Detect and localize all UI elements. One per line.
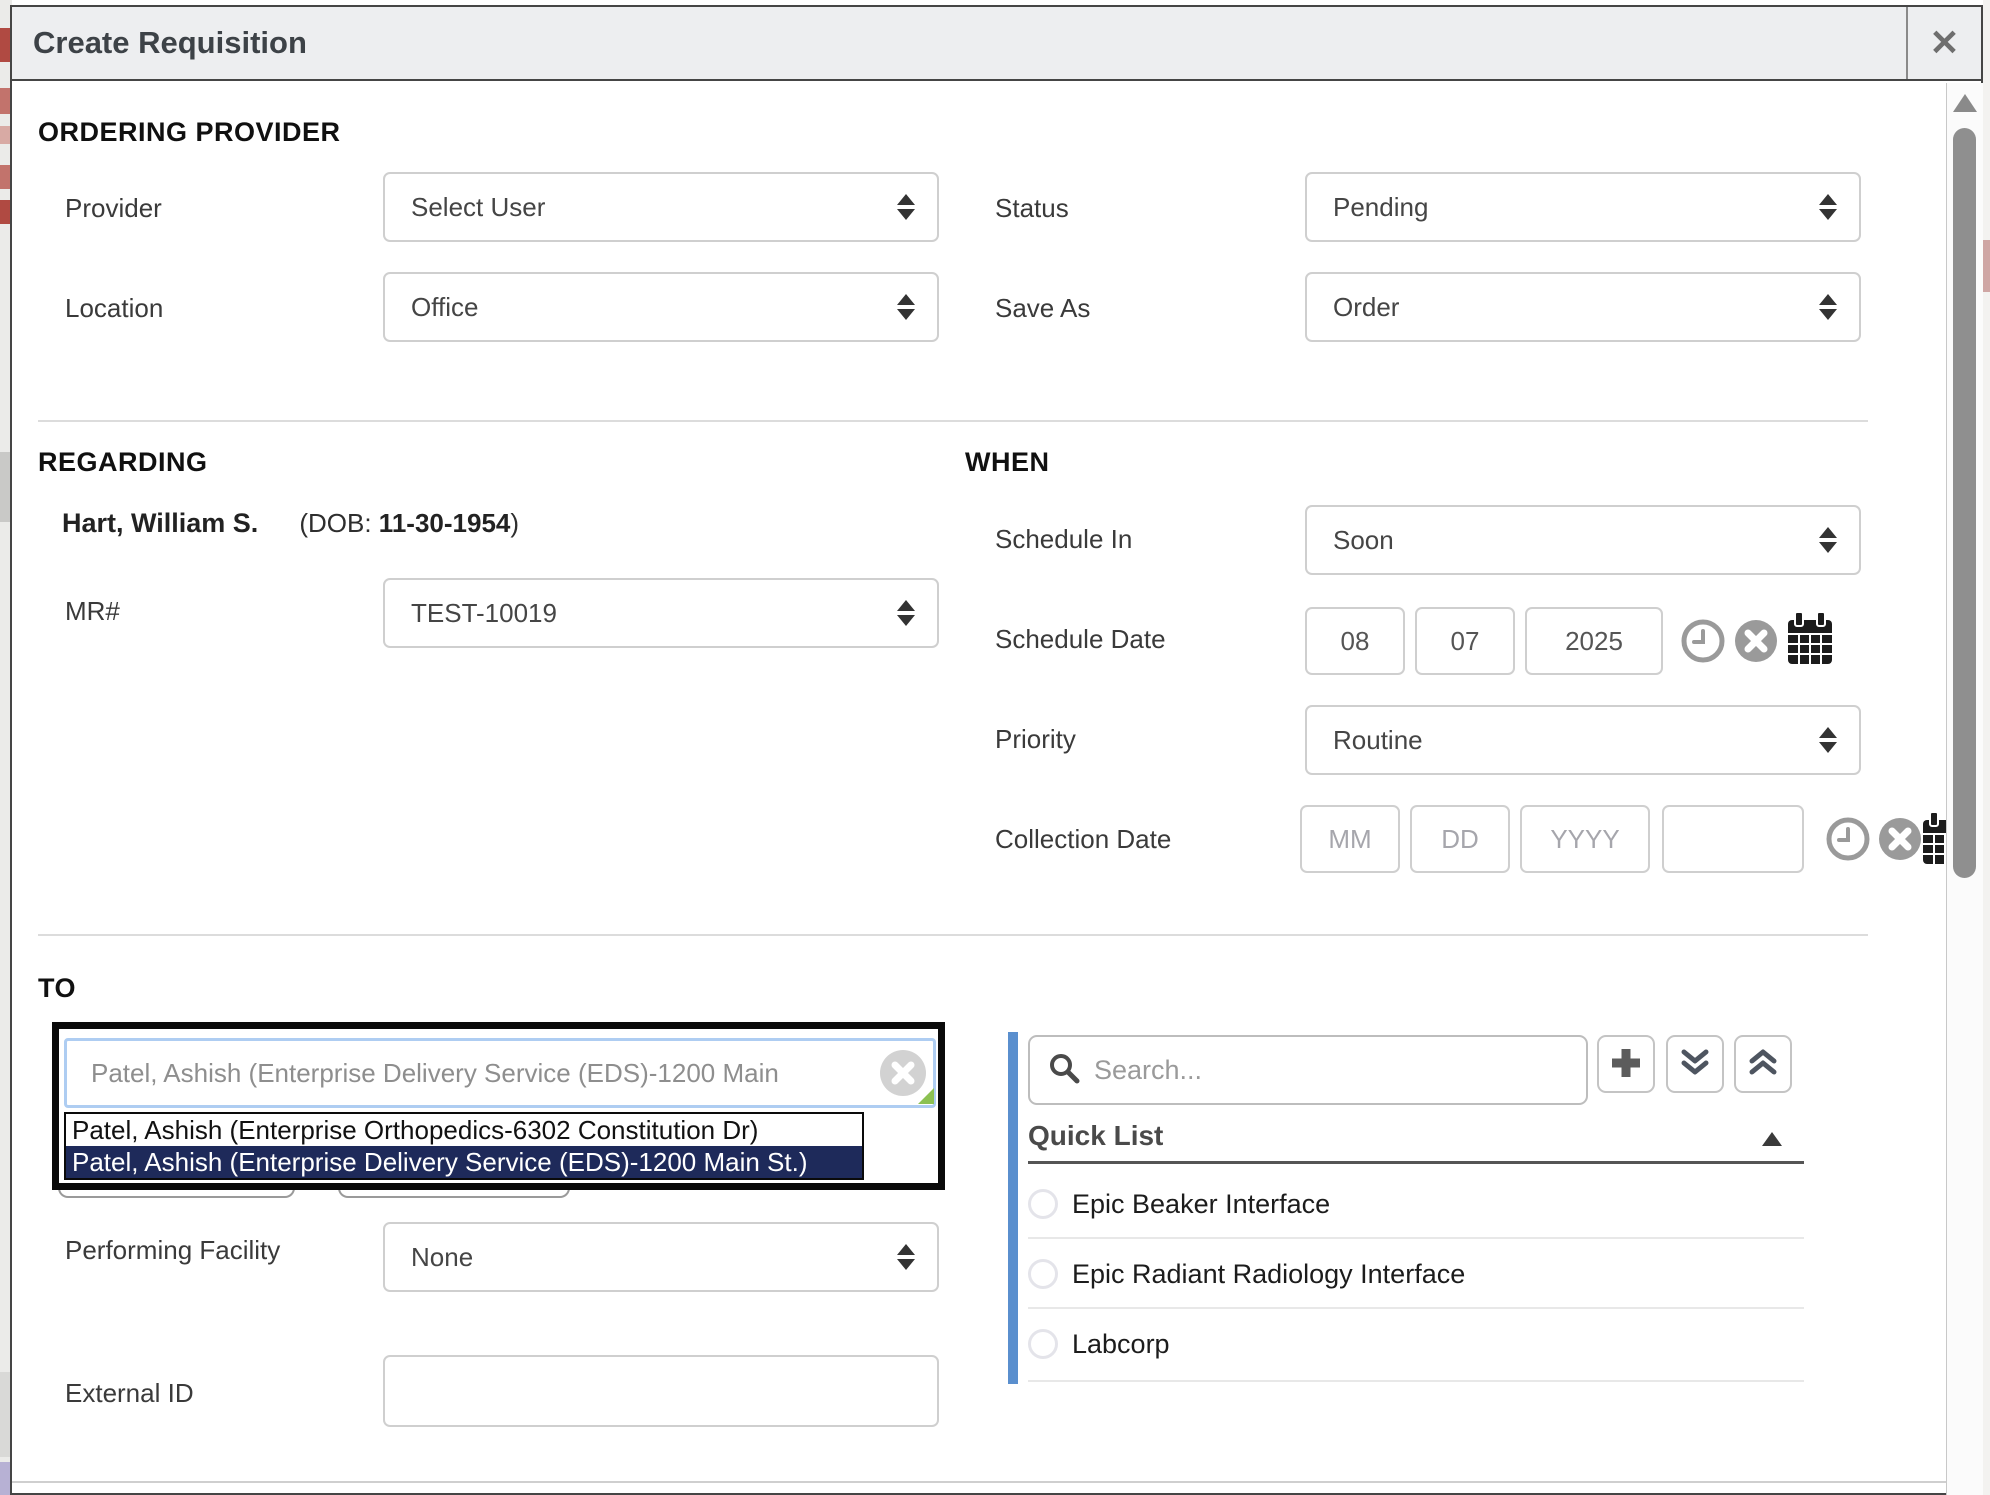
quick-list-item[interactable]: Epic Beaker Interface <box>1028 1182 1804 1226</box>
list-divider <box>1028 1237 1804 1239</box>
priority-label: Priority <box>995 724 1076 755</box>
patient-dob: 11-30-1954 <box>379 508 511 538</box>
chevron-up-down-icon <box>1819 727 1837 753</box>
collection-date-time-input[interactable] <box>1662 805 1804 873</box>
quick-list-item-label: Labcorp <box>1072 1329 1170 1360</box>
save-as-label: Save As <box>995 293 1090 324</box>
schedule-in-select-value: Soon <box>1333 525 1394 556</box>
quick-list-divider <box>1028 1161 1804 1164</box>
patient-dob-suffix: ) <box>510 508 519 538</box>
search-icon <box>1048 1052 1080 1089</box>
chevron-up-down-icon <box>897 294 915 320</box>
list-divider <box>1028 1380 1804 1382</box>
mr-number-label: MR# <box>65 596 120 627</box>
status-select-value: Pending <box>1333 192 1428 223</box>
expand-all-button[interactable] <box>1734 1035 1792 1093</box>
section-divider <box>38 420 1868 422</box>
schedule-date-year-input[interactable] <box>1525 607 1663 675</box>
add-button[interactable] <box>1597 1035 1655 1093</box>
performing-facility-select[interactable]: None <box>383 1222 939 1292</box>
schedule-date-label: Schedule Date <box>995 624 1166 655</box>
quick-list-heading: Quick List <box>1028 1120 1163 1152</box>
quick-list-search-box <box>1028 1035 1588 1105</box>
collection-date-year-input[interactable] <box>1520 805 1650 873</box>
save-as-select-value: Order <box>1333 292 1399 323</box>
recipient-suggestion-list: Patel, Ashish (Enterprise Orthopedics-63… <box>64 1112 864 1180</box>
dialog-title: Create Requisition <box>33 7 307 79</box>
when-heading: WHEN <box>965 447 1050 478</box>
schedule-date-month-input[interactable] <box>1305 607 1405 675</box>
patient-name: Hart, William S. <box>62 508 258 538</box>
scrollbar-up-arrow[interactable] <box>1953 94 1977 112</box>
chevron-up-down-icon <box>897 1244 915 1270</box>
recipient-search-input[interactable] <box>64 1038 936 1108</box>
quick-list-item[interactable]: Labcorp <box>1028 1322 1804 1366</box>
provider-label: Provider <box>65 193 162 224</box>
status-select[interactable]: Pending <box>1305 172 1861 242</box>
save-as-select[interactable]: Order <box>1305 272 1861 342</box>
provider-select-value: Select User <box>411 192 545 223</box>
performing-facility-select-value: None <box>411 1242 473 1273</box>
regarding-heading: REGARDING <box>38 447 208 478</box>
collection-date-month-input[interactable] <box>1300 805 1400 873</box>
collection-date-day-input[interactable] <box>1410 805 1510 873</box>
schedule-date-day-input[interactable] <box>1415 607 1515 675</box>
collapse-all-button[interactable] <box>1666 1035 1724 1093</box>
collection-date-label: Collection Date <box>995 824 1171 855</box>
schedule-date-calendar-icon[interactable] <box>1786 612 1834 671</box>
quick-list-item-label: Epic Radiant Radiology Interface <box>1072 1259 1465 1290</box>
search-input[interactable] <box>1092 1054 1572 1087</box>
location-select-value: Office <box>411 292 478 323</box>
provider-select[interactable]: Select User <box>383 172 939 242</box>
dialog-titlebar: Create Requisition <box>12 7 1981 81</box>
radio-circle-icon <box>1028 1189 1058 1219</box>
performing-facility-label: Performing Facility <box>65 1228 295 1274</box>
section-divider <box>38 934 1868 936</box>
quick-list-item[interactable]: Epic Radiant Radiology Interface <box>1028 1252 1804 1296</box>
chevron-up-down-icon <box>897 194 915 220</box>
schedule-in-label: Schedule In <box>995 524 1132 555</box>
status-label: Status <box>995 193 1069 224</box>
collection-date-time-icon[interactable] <box>1826 817 1870 861</box>
collapse-section-icon[interactable] <box>1762 1132 1782 1146</box>
external-id-label: External ID <box>65 1378 194 1409</box>
location-select[interactable]: Office <box>383 272 939 342</box>
radio-circle-icon <box>1028 1329 1058 1359</box>
suggestion-item[interactable]: Patel, Ashish (Enterprise Orthopedics-63… <box>66 1114 862 1146</box>
double-chevron-up-icon <box>1746 1046 1780 1083</box>
mr-number-select-value: TEST-10019 <box>411 598 557 629</box>
chevron-up-down-icon <box>1819 294 1837 320</box>
ordering-provider-heading: ORDERING PROVIDER <box>38 117 341 148</box>
background-page-right-sliver <box>1983 0 1990 1495</box>
collection-date-clear-icon[interactable] <box>1878 817 1922 861</box>
chevron-up-down-icon <box>1819 194 1837 220</box>
patient-dob-prefix: (DOB: <box>299 508 378 538</box>
list-divider <box>1028 1307 1804 1309</box>
quick-list-item-label: Epic Beaker Interface <box>1072 1189 1330 1220</box>
close-button[interactable]: ✕ <box>1908 7 1981 79</box>
plus-icon <box>1608 1045 1644 1084</box>
schedule-in-select[interactable]: Soon <box>1305 505 1861 575</box>
external-id-input[interactable] <box>383 1355 939 1427</box>
quick-list-accent-bar <box>1008 1032 1018 1384</box>
close-icon: ✕ <box>1929 22 1959 63</box>
schedule-date-clear-icon[interactable] <box>1734 619 1778 663</box>
to-heading: TO <box>38 973 76 1004</box>
resize-handle-icon[interactable] <box>918 1088 934 1104</box>
collection-date-calendar-icon[interactable] <box>1921 812 1946 866</box>
chevron-up-down-icon <box>1819 527 1837 553</box>
priority-select[interactable]: Routine <box>1305 705 1861 775</box>
double-chevron-down-icon <box>1678 1046 1712 1083</box>
background-fragment <box>1983 240 1990 292</box>
priority-select-value: Routine <box>1333 725 1423 756</box>
schedule-date-time-icon[interactable] <box>1681 619 1725 663</box>
footer-divider <box>12 1481 1946 1483</box>
chevron-up-down-icon <box>897 600 915 626</box>
radio-circle-icon <box>1028 1259 1058 1289</box>
scrollbar-thumb[interactable] <box>1953 128 1976 878</box>
patient-summary: Hart, William S. (DOB: 11-30-1954) <box>62 508 519 539</box>
location-label: Location <box>65 293 163 324</box>
suggestion-item-selected[interactable]: Patel, Ashish (Enterprise Delivery Servi… <box>66 1146 862 1178</box>
mr-number-select[interactable]: TEST-10019 <box>383 578 939 648</box>
